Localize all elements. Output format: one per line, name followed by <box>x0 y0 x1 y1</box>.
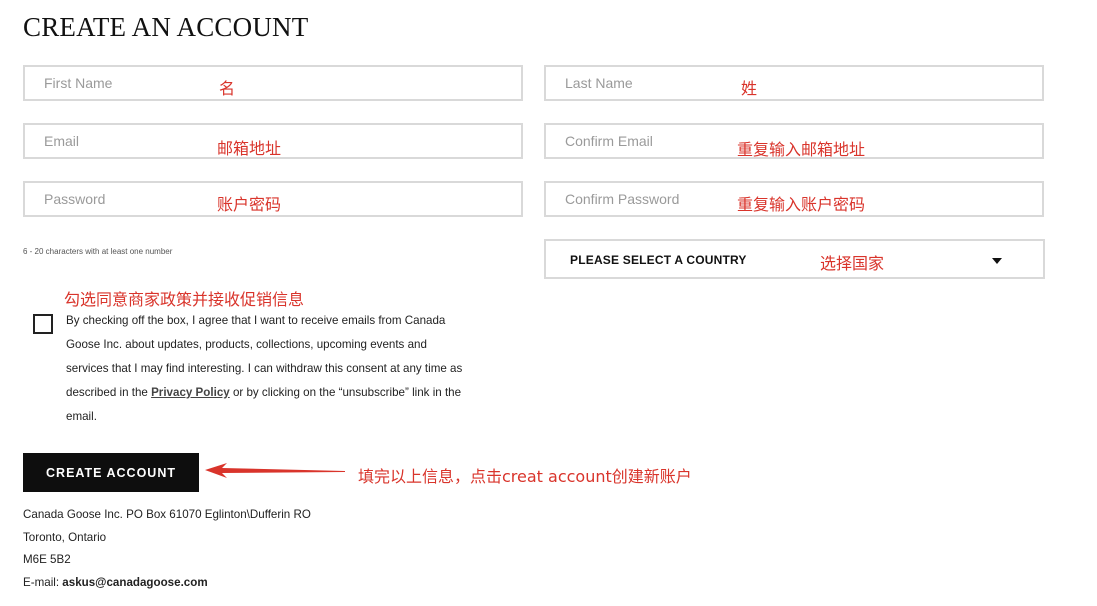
country-annotation: 选择国家 <box>820 254 885 273</box>
address-line-1: Canada Goose Inc. PO Box 61070 Eglinton\… <box>23 508 311 521</box>
password-hint: 6 - 20 characters with at least one numb… <box>23 247 173 256</box>
first-name-field[interactable] <box>23 65 523 101</box>
country-select-label: PLEASE SELECT A COUNTRY <box>570 253 747 267</box>
email-annotation: 邮箱地址 <box>217 139 282 158</box>
consent-annotation: 勾选同意商家政策并接收促销信息 <box>64 290 305 309</box>
page-title: CREATE AN ACCOUNT <box>23 12 309 42</box>
password-annotation: 账户密码 <box>217 195 282 214</box>
password-input[interactable] <box>44 183 342 215</box>
address-line-3: M6E 5B2 <box>23 553 71 566</box>
confirm-password-annotation: 重复输入账户密码 <box>737 195 866 214</box>
country-select[interactable]: PLEASE SELECT A COUNTRY <box>544 239 1045 279</box>
first-name-annotation: 名 <box>219 79 236 98</box>
last-name-field[interactable] <box>544 65 1044 101</box>
confirm-email-annotation: 重复输入邮箱地址 <box>737 140 866 159</box>
consent-checkbox[interactable] <box>33 314 53 334</box>
privacy-policy-link[interactable]: Privacy Policy <box>151 386 230 399</box>
create-account-annotation: 填完以上信息，点击creat account创建新账户 <box>358 467 692 486</box>
consent-text: By checking off the box, I agree that I … <box>66 309 466 429</box>
address-line-2: Toronto, Ontario <box>23 531 107 544</box>
email-input[interactable] <box>44 125 342 157</box>
contact-email: E-mail: askus@canadagoose.com <box>23 576 208 589</box>
last-name-input[interactable] <box>565 67 863 99</box>
caret-down-icon[interactable] <box>992 258 1002 264</box>
last-name-annotation: 姓 <box>741 79 758 98</box>
email-label: E-mail: <box>23 576 63 589</box>
create-account-button[interactable]: CREATE ACCOUNT <box>23 453 199 492</box>
email-link[interactable]: askus@canadagoose.com <box>62 576 207 589</box>
arrow-left-icon <box>205 463 345 478</box>
first-name-input[interactable] <box>44 67 342 99</box>
